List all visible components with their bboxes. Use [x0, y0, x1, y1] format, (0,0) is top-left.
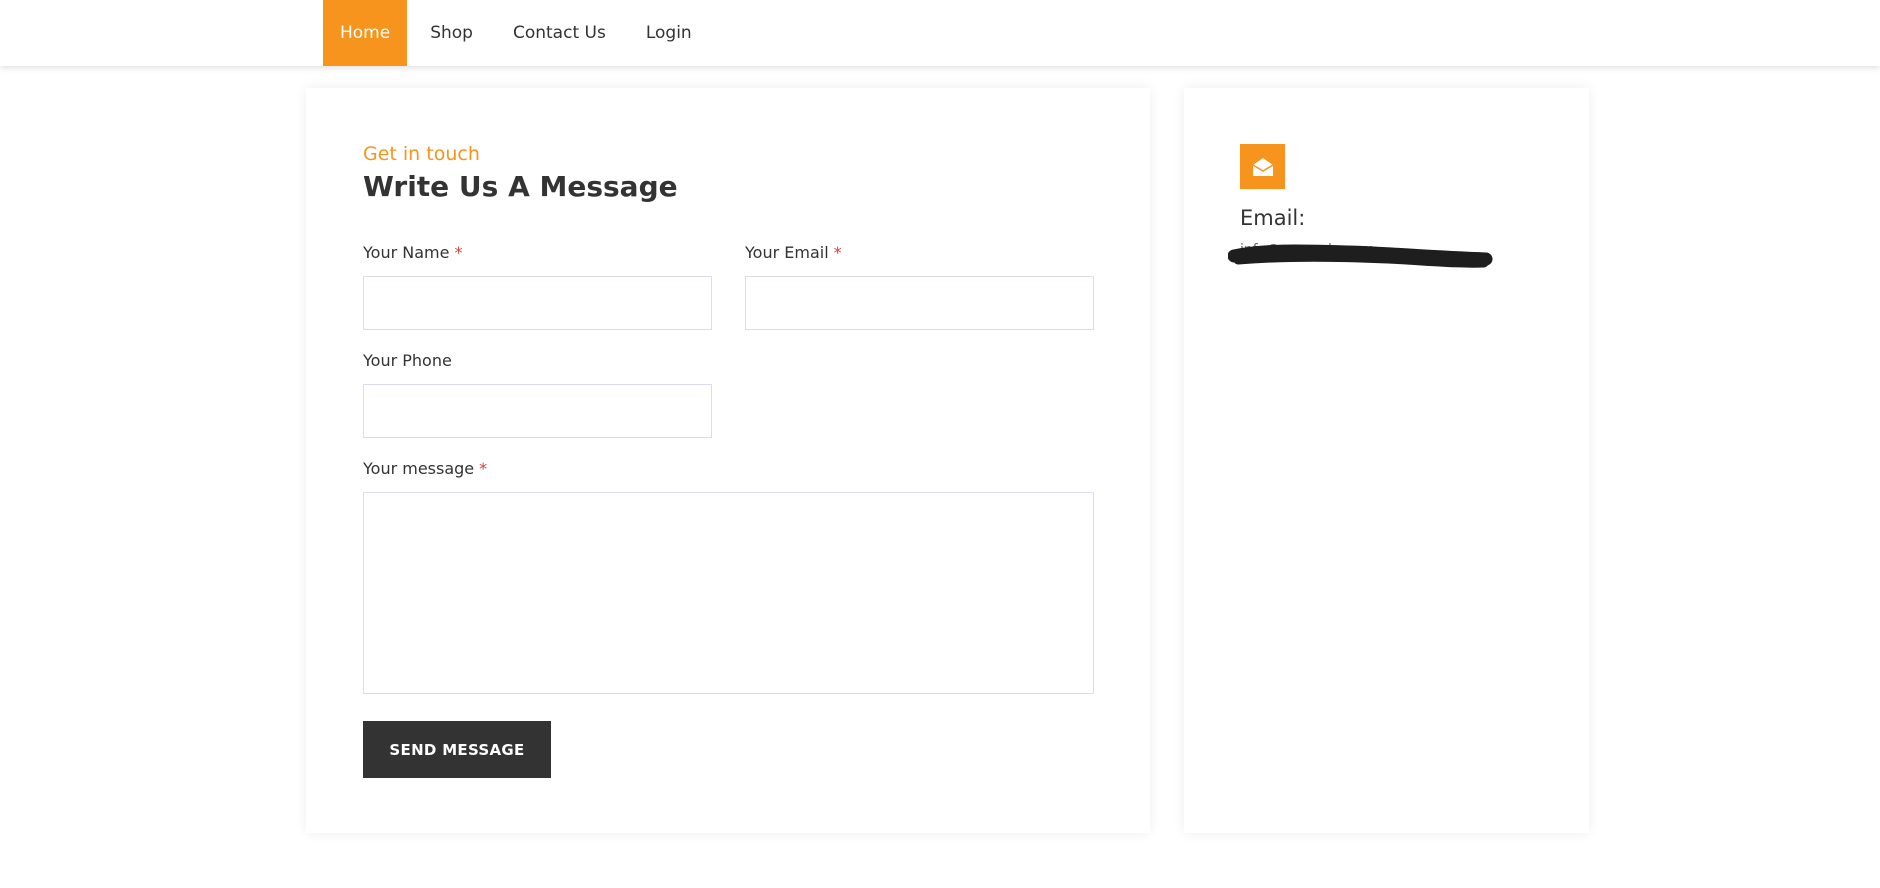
- email-label-text: Your Email: [745, 243, 829, 262]
- email-input[interactable]: [745, 276, 1094, 330]
- message-label-text: Your message: [363, 459, 475, 478]
- form-title: Write Us A Message: [363, 170, 678, 203]
- nav-item-home[interactable]: Home: [323, 0, 408, 66]
- message-textarea[interactable]: [363, 492, 1094, 694]
- nav-item-login[interactable]: Login: [629, 0, 709, 66]
- message-label: Your message *: [363, 459, 487, 478]
- envelope-open-icon: [1240, 144, 1285, 189]
- main-nav: Home Shop Contact Us Login: [323, 0, 709, 66]
- email-label: Your Email *: [745, 243, 842, 262]
- email-address[interactable]: info@example.com: [1240, 242, 1375, 258]
- form-eyebrow: Get in touch: [363, 143, 480, 165]
- email-heading: Email:: [1240, 206, 1306, 230]
- top-navbar: Home Shop Contact Us Login: [0, 0, 1880, 66]
- nav-item-shop[interactable]: Shop: [413, 0, 490, 66]
- contact-form-card: Get in touch Write Us A Message Your Nam…: [306, 88, 1150, 833]
- phone-label-text: Your Phone: [363, 351, 452, 370]
- contact-info-card: Email: info@example.com: [1184, 88, 1589, 833]
- phone-input[interactable]: [363, 384, 712, 438]
- name-label: Your Name *: [363, 243, 462, 262]
- envelope-open-icon-svg: [1252, 157, 1273, 176]
- required-mark: *: [833, 243, 842, 262]
- send-message-button[interactable]: SEND MESSAGE: [363, 721, 551, 778]
- required-mark: *: [454, 243, 463, 262]
- phone-label: Your Phone: [363, 351, 452, 370]
- name-label-text: Your Name: [363, 243, 450, 262]
- nav-item-contact-us[interactable]: Contact Us: [496, 0, 623, 66]
- name-input[interactable]: [363, 276, 712, 330]
- required-mark: *: [479, 459, 488, 478]
